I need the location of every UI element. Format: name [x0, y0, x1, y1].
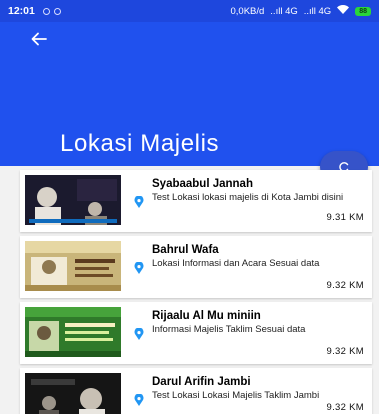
status-indicators: 0,0KB/d ..ıll 4G ..ıll 4G 88	[230, 5, 371, 17]
item-thumbnail	[25, 241, 121, 291]
item-thumbnail	[25, 307, 121, 357]
item-description: Informasi Majelis Taklim Sesuai data	[152, 324, 306, 335]
network-speed: 0,0KB/d	[230, 5, 265, 17]
item-title: Rijaalu Al Mu miniin	[152, 310, 261, 322]
location-pin-icon	[134, 394, 144, 406]
item-thumbnail	[25, 175, 121, 225]
item-title: Bahrul Wafa	[152, 244, 219, 256]
status-time: 12:01	[8, 5, 35, 17]
item-title: Syabaabul Jannah	[152, 178, 253, 190]
notification-icons	[42, 7, 61, 15]
item-distance: 9.32 KM	[326, 280, 364, 291]
signal-2: ..ıll 4G	[303, 5, 332, 17]
page-title: Lokasi Majelis	[60, 130, 220, 157]
item-thumbnail	[25, 373, 121, 414]
list-item[interactable]: Bahrul Wafa Lokasi Informasi dan Acara S…	[20, 236, 372, 298]
location-pin-icon	[134, 196, 144, 208]
arrow-left-icon	[31, 32, 47, 46]
battery-icon: 88	[355, 6, 371, 16]
list-item[interactable]: Rijaalu Al Mu miniin Informasi Majelis T…	[20, 302, 372, 364]
wifi-icon	[337, 5, 350, 17]
back-button[interactable]	[26, 26, 52, 52]
item-distance: 9.32 KM	[326, 346, 364, 357]
signal-1: ..ıll 4G	[270, 5, 298, 17]
list-item[interactable]: Darul Arifin Jambi Test Lokasi Lokasi Ma…	[20, 368, 372, 414]
location-pin-icon	[134, 328, 144, 340]
location-pin-icon	[134, 262, 144, 274]
status-bar: 12:01 0,0KB/d ..ıll 4G ..ıll 4G 88	[0, 0, 379, 22]
list-item[interactable]: Syabaabul Jannah Test Lokasi lokasi maje…	[20, 170, 372, 232]
item-distance: 9.32 KM	[326, 402, 364, 413]
item-distance: 9.31 KM	[326, 212, 364, 223]
item-title: Darul Arifin Jambi	[152, 376, 251, 388]
item-description: Test Lokasi Lokasi Majelis Taklim Jambi	[152, 390, 320, 401]
item-description: Test Lokasi lokasi majelis di Kota Jambi…	[152, 192, 344, 203]
item-description: Lokasi Informasi dan Acara Sesuai data	[152, 258, 320, 269]
app-header: Lokasi Majelis	[0, 22, 379, 166]
